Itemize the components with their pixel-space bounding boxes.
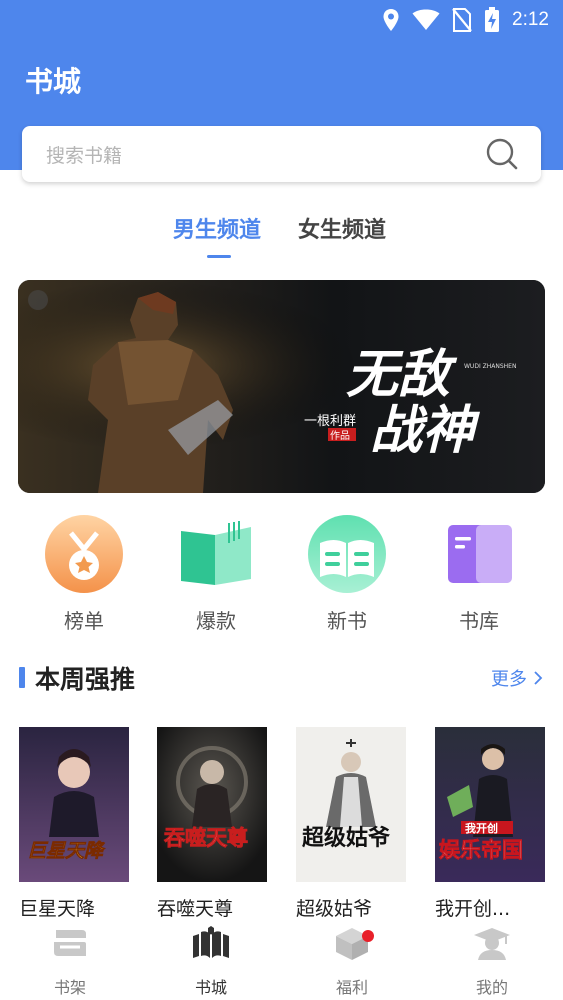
tab-male-channel[interactable]: 男生频道 <box>173 212 261 244</box>
library-icon <box>448 525 512 583</box>
chevron-right-icon <box>534 671 543 685</box>
nav-label: 福利 <box>335 978 368 997</box>
new-book-icon <box>308 515 386 593</box>
more-link[interactable]: 更多 <box>491 665 543 691</box>
page-title: 书城 <box>25 65 82 98</box>
book-list: 巨星天降 巨星天降 吞噬天尊 吞噬天尊 超级姑爷 超级姑爷 我开创 娱乐帝国 我… <box>0 727 563 927</box>
no-sim-icon <box>452 8 472 32</box>
notification-badge <box>362 930 374 942</box>
search-icon[interactable] <box>485 137 519 171</box>
category-label: 爆款 <box>196 609 236 633</box>
search-placeholder: 搜索书籍 <box>46 144 123 167</box>
tab-female-channel[interactable]: 女生频道 <box>298 212 386 244</box>
book-item[interactable]: 我开创 娱乐帝国 我开创... <box>435 727 545 921</box>
bookshelf-icon <box>54 930 86 956</box>
banner-author: 一根利群 <box>304 414 356 429</box>
nav-bookstore[interactable]: 书城 <box>161 926 261 998</box>
banner-pinyin: WUDI ZHANSHEN <box>464 363 516 370</box>
nav-welfare[interactable]: 福利 <box>302 926 402 998</box>
section-accent-bar <box>19 667 25 688</box>
banner-title-part1: 无敌 <box>346 345 458 405</box>
category-hot[interactable]: 爆款 <box>161 513 271 634</box>
book-cover: 超级姑爷 <box>296 727 406 882</box>
nav-label: 书城 <box>194 978 227 997</box>
book-item[interactable]: 吞噬天尊 吞噬天尊 <box>157 727 267 921</box>
search-input[interactable]: 搜索书籍 <box>22 126 541 182</box>
banner-artwork: 无敌 战神 WUDI ZHANSHEN 一根利群 作品 <box>18 280 545 493</box>
status-icons: 2:12 <box>382 6 549 34</box>
channel-tabs: 男生频道 女生频道 <box>0 212 563 262</box>
category-library[interactable]: 书库 <box>424 513 534 634</box>
tab-active-indicator <box>207 255 231 258</box>
profile-icon <box>474 928 510 960</box>
medal-icon <box>45 515 123 593</box>
banner-author-suffix: 作品 <box>330 430 350 442</box>
category-label: 新书 <box>327 609 367 633</box>
banner-title-part2: 战神 <box>370 401 481 461</box>
status-time: 2:12 <box>512 9 549 30</box>
book-title: 我开创... <box>435 898 511 920</box>
promo-banner[interactable]: 无敌 战神 WUDI ZHANSHEN 一根利群 作品 <box>18 280 545 493</box>
weekly-section-header: 本周强推 更多 <box>0 658 563 698</box>
category-label: 书库 <box>459 609 499 633</box>
nav-bookshelf[interactable]: 书架 <box>20 926 120 998</box>
wifi-icon <box>412 9 440 30</box>
category-label: 榜单 <box>64 609 104 633</box>
bottom-nav: 书架 书城 福利 我的 <box>0 918 563 1000</box>
category-shortcuts: 榜单 爆款 新书 书库 <box>0 513 563 638</box>
battery-charging-icon <box>485 7 500 32</box>
book-cover: 我开创 娱乐帝国 <box>435 727 545 882</box>
location-icon <box>383 9 399 31</box>
book-item[interactable]: 超级姑爷 超级姑爷 <box>296 727 406 921</box>
cover-title: 吞噬天尊 <box>164 826 248 850</box>
bookstore-icon <box>193 926 229 958</box>
cover-title: 巨星天降 <box>27 840 106 862</box>
book-title: 超级姑爷 <box>296 898 373 920</box>
status-bar: 2:12 <box>0 0 563 40</box>
section-title: 本周强推 <box>35 665 136 694</box>
nav-label: 我的 <box>475 978 508 997</box>
book-item[interactable]: 巨星天降 巨星天降 <box>19 727 129 921</box>
book-cover: 吞噬天尊 <box>157 727 267 882</box>
book-cover: 巨星天降 <box>19 727 129 882</box>
cover-title: 超级姑爷 <box>302 825 391 851</box>
book-title: 巨星天降 <box>19 898 96 920</box>
cover-title: 娱乐帝国 <box>439 838 523 862</box>
more-label: 更多 <box>491 669 527 690</box>
nav-profile[interactable]: 我的 <box>442 926 542 998</box>
category-new[interactable]: 新书 <box>292 513 402 634</box>
category-ranking[interactable]: 榜单 <box>29 513 139 634</box>
open-book-icon <box>181 521 251 585</box>
cover-subtitle: 我开创 <box>465 821 498 835</box>
book-title: 吞噬天尊 <box>157 898 234 920</box>
nav-label: 书架 <box>53 978 86 997</box>
